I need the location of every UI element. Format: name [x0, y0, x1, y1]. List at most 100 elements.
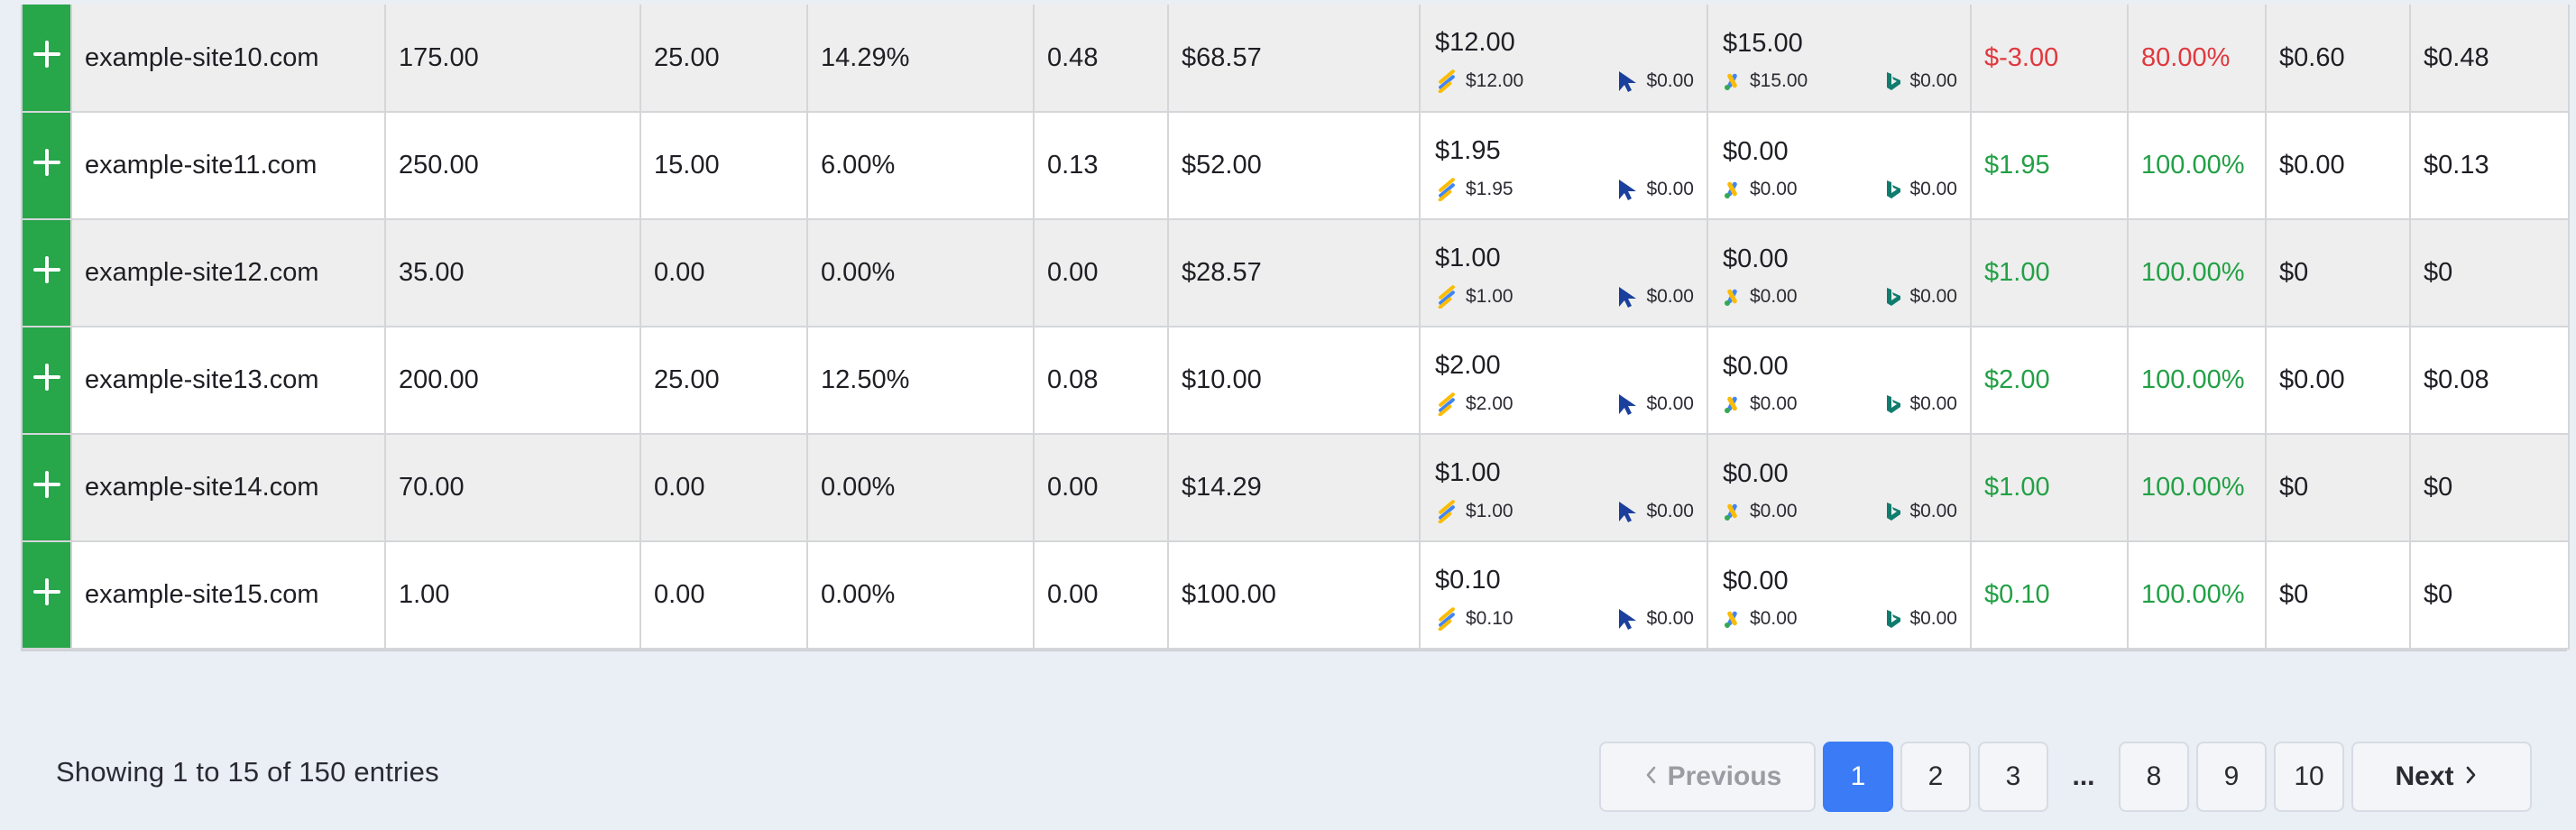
plus-icon — [32, 148, 60, 176]
spend-b-cell: $0.00 $0.00 $0.00 — [1707, 112, 1972, 220]
metric-cell: 0.08 — [1034, 327, 1169, 435]
rate-cell: 12.50% — [807, 327, 1035, 435]
profit-cell: $-3.00 — [1971, 5, 2129, 113]
value-cell: $28.57 — [1168, 219, 1421, 327]
spend-a-cell: $1.00 $1.00 $0.00 — [1420, 434, 1708, 542]
metric-cell: 25.00 — [640, 5, 808, 113]
page-button-1[interactable]: 1 — [1823, 742, 1893, 812]
spend-a-pointer: $0.00 — [1646, 607, 1694, 629]
profit-cell: $2.00 — [1971, 327, 2129, 435]
value-cell: $0 — [2266, 541, 2411, 650]
spend-b-bing: $0.00 — [1909, 500, 1957, 521]
page-button-10[interactable]: 10 — [2274, 742, 2344, 812]
pagination: Previous 1 2 3 ... 8 9 10 Next — [1599, 742, 2532, 812]
site-name: example-site14.com — [71, 434, 386, 542]
table-row: example-site12.com 35.00 0.00 0.00% 0.00 $28.… — [23, 219, 2570, 327]
expand-row-button[interactable] — [23, 112, 72, 220]
spend-a-google: $0.10 — [1466, 607, 1513, 629]
spend-a-total: $0.10 — [1435, 565, 1501, 595]
expand-row-button[interactable] — [23, 541, 72, 650]
google-ads-stripes-icon — [1438, 392, 1455, 416]
google-ads-icon — [1725, 289, 1737, 306]
metric-cell: 0.48 — [1034, 5, 1169, 113]
metric-cell: 0.00 — [1034, 434, 1169, 542]
roi-cell: 100.00% — [2128, 219, 2267, 327]
spend-a-pointer: $0.00 — [1646, 500, 1694, 521]
chevron-left-icon — [1644, 761, 1657, 792]
spend-b-ads: $0.00 — [1750, 500, 1798, 521]
pointer-arrow-icon — [1619, 608, 1637, 630]
page-button-3[interactable]: 3 — [1978, 742, 2048, 812]
spend-a-pointer: $0.00 — [1646, 285, 1694, 307]
spend-a-cell: $2.00 $2.00 $0.00 — [1420, 327, 1708, 435]
value-cell: $0.00 — [2266, 112, 2411, 220]
spend-a-google: $2.00 — [1466, 392, 1513, 414]
metric-cell: 15.00 — [640, 112, 808, 220]
spend-a-total: $12.00 — [1435, 28, 1515, 57]
spend-b-total: $0.00 — [1723, 566, 1789, 595]
spend-a-google: $12.00 — [1466, 70, 1524, 91]
expand-row-button[interactable] — [23, 219, 72, 327]
value-cell: $0.00 — [2266, 327, 2411, 435]
value-cell: $0.13 — [2410, 112, 2570, 220]
rate-cell: 0.00% — [807, 219, 1035, 327]
value-cell: $0.60 — [2266, 5, 2411, 113]
metric-cell: 250.00 — [385, 112, 641, 220]
site-name: example-site13.com — [71, 327, 386, 435]
site-name: example-site10.com — [71, 5, 386, 113]
table-row: example-site14.com 70.00 0.00 0.00% 0.00 $14.… — [23, 434, 2570, 542]
google-ads-icon — [1725, 396, 1737, 413]
value-cell: $0 — [2410, 434, 2570, 542]
spend-b-bing: $0.00 — [1909, 285, 1957, 307]
entries-info: Showing 1 to 15 of 150 entries — [56, 756, 439, 788]
value-cell: $0.08 — [2410, 327, 2570, 435]
page-button-8[interactable]: 8 — [2119, 742, 2189, 812]
spend-b-total: $0.00 — [1723, 244, 1789, 273]
previous-button[interactable]: Previous — [1599, 742, 1816, 812]
metric-cell: 70.00 — [385, 434, 641, 542]
google-ads-icon — [1725, 611, 1737, 628]
metric-cell: 0.00 — [640, 434, 808, 542]
spend-b-total: $15.00 — [1723, 29, 1803, 58]
pointer-arrow-icon — [1619, 71, 1637, 92]
rate-cell: 0.00% — [807, 434, 1035, 542]
bing-icon — [1887, 180, 1901, 198]
next-button[interactable]: Next — [2351, 742, 2532, 812]
bing-icon — [1887, 394, 1901, 413]
chevron-right-icon — [2465, 761, 2478, 792]
expand-row-button[interactable] — [23, 327, 72, 435]
spend-b-total: $0.00 — [1723, 136, 1789, 166]
spend-a-total: $1.00 — [1435, 243, 1501, 272]
value-cell: $14.29 — [1168, 434, 1421, 542]
spend-a-total: $2.00 — [1435, 350, 1501, 380]
value-cell: $0.48 — [2410, 5, 2570, 113]
spend-a-google: $1.95 — [1466, 178, 1513, 199]
spend-b-ads: $0.00 — [1750, 285, 1798, 307]
site-name: example-site11.com — [71, 112, 386, 220]
value-cell: $0 — [2266, 434, 2411, 542]
page-button-2[interactable]: 2 — [1900, 742, 1971, 812]
pointer-arrow-icon — [1619, 179, 1637, 200]
spend-b-ads: $15.00 — [1750, 70, 1808, 91]
google-ads-stripes-icon — [1438, 606, 1455, 631]
rate-cell: 14.29% — [807, 5, 1035, 113]
roi-cell: 80.00% — [2128, 5, 2267, 113]
spend-a-google: $1.00 — [1466, 500, 1513, 521]
spend-b-ads: $0.00 — [1750, 178, 1798, 199]
google-ads-icon — [1725, 181, 1737, 198]
page-button-9[interactable]: 9 — [2196, 742, 2267, 812]
expand-row-button[interactable] — [23, 434, 72, 542]
profit-cell: $0.10 — [1971, 541, 2129, 650]
next-label: Next — [2395, 761, 2454, 791]
value-cell: $10.00 — [1168, 327, 1421, 435]
expand-row-button[interactable] — [23, 5, 72, 113]
profit-cell: $1.00 — [1971, 434, 2129, 542]
rate-cell: 0.00% — [807, 541, 1035, 650]
google-ads-icon — [1725, 73, 1737, 90]
spend-b-total: $0.00 — [1723, 351, 1789, 381]
roi-cell: 100.00% — [2128, 327, 2267, 435]
spend-b-cell: $15.00 $15.00 $0.00 — [1707, 5, 1972, 113]
spend-a-cell: $1.00 $1.00 $0.00 — [1420, 219, 1708, 327]
profit-cell: $1.00 — [1971, 219, 2129, 327]
value-cell: $100.00 — [1168, 541, 1421, 650]
